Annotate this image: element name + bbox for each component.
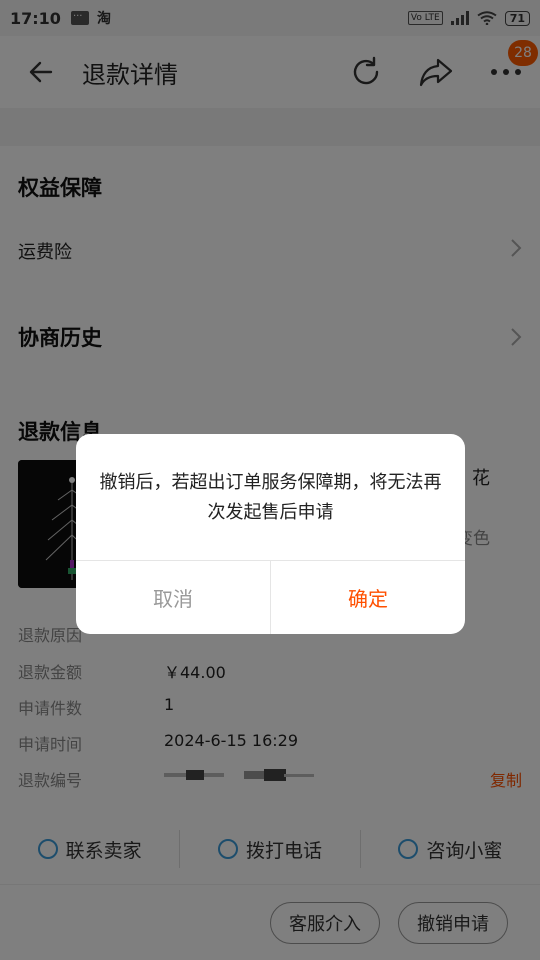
dialog-cancel-button[interactable]: 取消: [76, 561, 271, 634]
dialog-confirm-button[interactable]: 确定: [271, 561, 465, 634]
dialog-message: 撤销后，若超出订单服务保障期，将无法再次发起售后申请: [76, 434, 465, 561]
dialog-buttons: 取消 确定: [76, 561, 465, 634]
confirm-dialog: 撤销后，若超出订单服务保障期，将无法再次发起售后申请 取消 确定: [76, 434, 465, 634]
